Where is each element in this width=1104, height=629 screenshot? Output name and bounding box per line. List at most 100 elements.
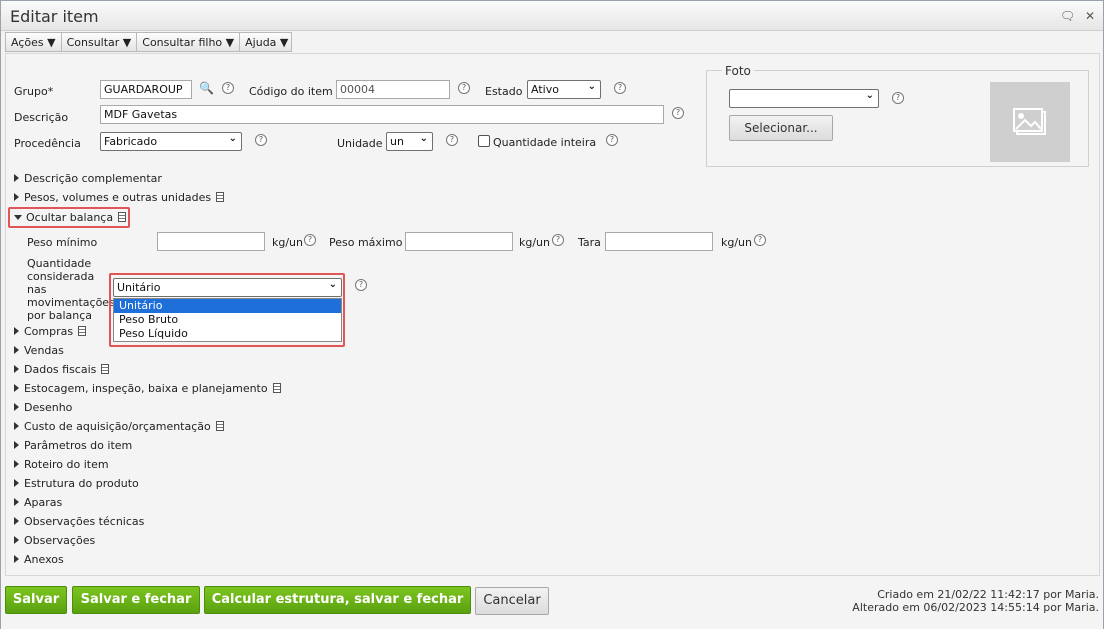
help-icon[interactable]: ? bbox=[255, 134, 267, 146]
section-observacoes[interactable]: Observações bbox=[14, 534, 95, 547]
expand-icon bbox=[14, 384, 19, 392]
help-icon[interactable]: ? bbox=[614, 82, 626, 94]
alterado-text: Alterado em 06/02/2023 14:55:14 por Mari… bbox=[852, 601, 1099, 614]
expand-icon bbox=[14, 365, 19, 373]
foto-select[interactable]: ⌄ bbox=[729, 89, 879, 108]
search-icon[interactable]: 🔍 bbox=[199, 81, 214, 95]
toolbar: Ações ▼ Consultar ▼ Consultar filho ▼ Aj… bbox=[5, 32, 292, 52]
help-icon[interactable]: ? bbox=[552, 234, 564, 246]
foto-panel: Foto ⌄ ? Selecionar... bbox=[706, 64, 1089, 167]
section-vendas[interactable]: Vendas bbox=[14, 344, 64, 357]
salvar-fechar-button[interactable]: Salvar e fechar bbox=[72, 586, 200, 614]
document-icon bbox=[101, 364, 110, 374]
section-desenho[interactable]: Desenho bbox=[14, 401, 72, 414]
expand-icon bbox=[14, 498, 19, 506]
menu-consultar[interactable]: Consultar ▼ bbox=[62, 33, 138, 51]
option-unitario[interactable]: Unitário bbox=[114, 299, 341, 313]
quantidade-dropdown: Unitário Peso Bruto Peso Líquido bbox=[113, 298, 342, 342]
option-peso-liquido[interactable]: Peso Líquido bbox=[114, 327, 341, 341]
section-roteiro-item[interactable]: Roteiro do item bbox=[14, 458, 109, 471]
peso-maximo-input[interactable] bbox=[405, 232, 513, 251]
expand-icon bbox=[14, 555, 19, 563]
unidade-label: Unidade bbox=[337, 137, 383, 150]
foto-legend: Foto bbox=[722, 64, 754, 78]
salvar-button[interactable]: Salvar bbox=[5, 586, 67, 614]
expand-icon bbox=[14, 536, 19, 544]
criado-text: Criado em 21/02/22 11:42:17 por Maria. bbox=[877, 588, 1099, 601]
selecionar-button[interactable]: Selecionar... bbox=[729, 115, 833, 141]
expand-icon bbox=[14, 346, 19, 354]
help-icon[interactable]: ? bbox=[458, 82, 470, 94]
expand-icon bbox=[14, 460, 19, 468]
document-icon bbox=[118, 212, 127, 222]
close-icon[interactable]: ✕ bbox=[1085, 9, 1095, 23]
menu-acoes[interactable]: Ações ▼ bbox=[6, 33, 62, 51]
section-pesos-volumes[interactable]: Pesos, volumes e outras unidades bbox=[14, 191, 225, 204]
form-content: Grupo* GUARDAROUP 🔍 ? Código do item 000… bbox=[5, 53, 1100, 576]
unit-label: kg/un bbox=[721, 236, 753, 249]
section-anexos[interactable]: Anexos bbox=[14, 553, 64, 566]
chevron-down-icon: ⌄ bbox=[587, 81, 596, 92]
document-icon bbox=[272, 383, 281, 393]
chevron-down-icon: ▼ bbox=[47, 36, 56, 49]
section-custo-aquisicao[interactable]: Custo de aquisição/orçamentação bbox=[14, 420, 224, 433]
section-dados-fiscais[interactable]: Dados fiscais bbox=[14, 363, 110, 376]
grupo-label: Grupo* bbox=[14, 85, 54, 98]
grupo-input[interactable]: GUARDAROUP bbox=[100, 80, 192, 99]
expand-icon bbox=[14, 479, 19, 487]
help-icon[interactable]: ? bbox=[446, 134, 458, 146]
section-ocultar-balanca[interactable]: Ocultar balança bbox=[14, 211, 127, 224]
chevron-down-icon: ⌄ bbox=[228, 133, 237, 144]
audit-info: Criado em 21/02/22 11:42:17 por Maria. A… bbox=[852, 588, 1099, 614]
cancelar-button[interactable]: Cancelar bbox=[475, 587, 549, 615]
unit-label: kg/un bbox=[272, 236, 304, 249]
chevron-down-icon: ⌄ bbox=[865, 90, 874, 101]
title-bar: Editar item 🗨 ✕ bbox=[1, 1, 1103, 31]
document-icon bbox=[215, 421, 224, 431]
help-icon[interactable]: ? bbox=[606, 134, 618, 146]
section-descricao-complementar[interactable]: Descrição complementar bbox=[14, 172, 162, 185]
menu-consultar-filho[interactable]: Consultar filho ▼ bbox=[137, 33, 241, 51]
section-aparas[interactable]: Aparas bbox=[14, 496, 62, 509]
photo-placeholder bbox=[990, 82, 1070, 162]
help-icon[interactable]: ? bbox=[672, 107, 684, 119]
section-estrutura-produto[interactable]: Estrutura do produto bbox=[14, 477, 139, 490]
procedencia-select[interactable]: Fabricado ⌄ bbox=[100, 132, 242, 151]
menu-ajuda[interactable]: Ajuda ▼ bbox=[240, 33, 293, 51]
expand-icon bbox=[14, 193, 19, 201]
descricao-label: Descrição bbox=[14, 111, 69, 124]
window-title: Editar item bbox=[10, 7, 99, 26]
section-estocagem[interactable]: Estocagem, inspeção, baixa e planejament… bbox=[14, 382, 281, 395]
expand-icon bbox=[14, 441, 19, 449]
document-icon bbox=[216, 192, 225, 202]
codigo-input[interactable]: 00004 bbox=[336, 80, 450, 99]
quantidade-inteira-checkbox[interactable] bbox=[478, 135, 490, 147]
expand-icon bbox=[14, 174, 19, 182]
edit-item-window: Editar item 🗨 ✕ Ações ▼ Consultar ▼ Cons… bbox=[0, 0, 1104, 629]
option-peso-bruto[interactable]: Peso Bruto bbox=[114, 313, 341, 327]
expand-icon bbox=[14, 517, 19, 525]
peso-minimo-label: Peso mínimo bbox=[27, 236, 98, 249]
help-icon[interactable]: ? bbox=[355, 279, 367, 291]
descricao-input[interactable]: MDF Gavetas bbox=[100, 105, 664, 124]
help-icon[interactable]: ? bbox=[892, 92, 904, 104]
tara-input[interactable] bbox=[605, 232, 713, 251]
help-icon[interactable]: ? bbox=[222, 82, 234, 94]
unit-label: kg/un bbox=[519, 236, 551, 249]
estado-label: Estado bbox=[485, 85, 523, 98]
help-icon[interactable]: ? bbox=[304, 234, 316, 246]
section-parametros-item[interactable]: Parâmetros do item bbox=[14, 439, 132, 452]
calcular-estrutura-button[interactable]: Calcular estrutura, salvar e fechar bbox=[204, 586, 471, 614]
section-compras[interactable]: Compras bbox=[14, 325, 87, 338]
quantidade-considerada-select[interactable]: Unitário ⌄ bbox=[113, 278, 342, 297]
peso-minimo-input[interactable] bbox=[157, 232, 265, 251]
comment-icon[interactable]: 🗨 bbox=[1060, 9, 1075, 23]
codigo-label: Código do item bbox=[249, 85, 333, 98]
quantidade-inteira-label: Quantidade inteira bbox=[493, 136, 597, 149]
estado-select[interactable]: Ativo ⌄ bbox=[527, 80, 601, 99]
action-bar: Salvar Salvar e fechar Calcular estrutur… bbox=[1, 579, 1103, 629]
document-icon bbox=[78, 326, 87, 336]
section-observacoes-tecnicas[interactable]: Observações técnicas bbox=[14, 515, 144, 528]
help-icon[interactable]: ? bbox=[754, 234, 766, 246]
unidade-select[interactable]: un ⌄ bbox=[386, 132, 433, 151]
